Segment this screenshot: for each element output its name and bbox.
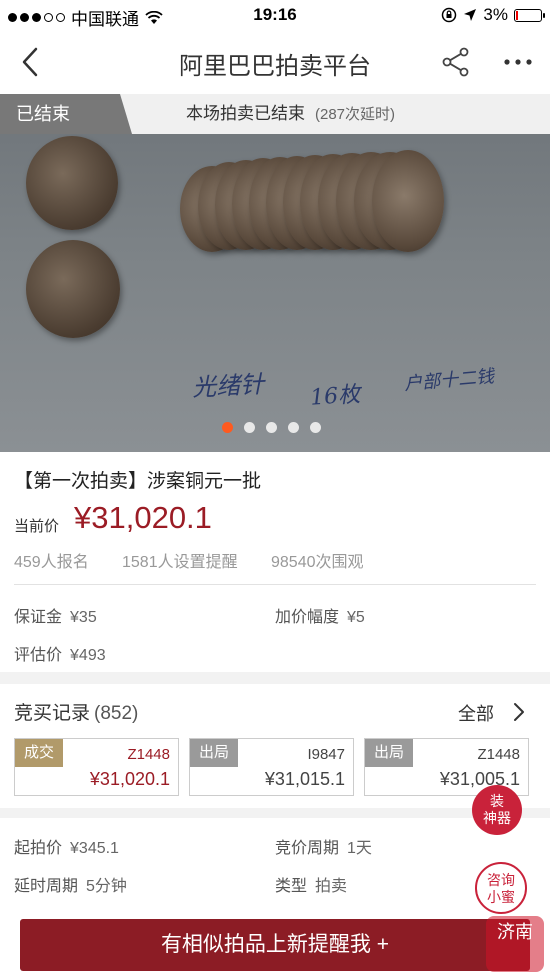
bid-cycle-label: 竞价周期 bbox=[275, 840, 340, 857]
delay-cycle-label: 延时周期 bbox=[14, 878, 79, 895]
type-label: 类型 bbox=[275, 878, 308, 895]
lot-photo-carousel[interactable]: 光绪针 16枚 户部十二钱 已结束 本场拍卖已结束 (287次延时) bbox=[0, 94, 550, 452]
ended-message: 本场拍卖已结束 (287次延时) bbox=[120, 94, 550, 134]
increment-label: 加价幅度 bbox=[275, 609, 340, 626]
handwritten-note-2: 16枚 bbox=[309, 382, 361, 411]
current-price: ¥31,020.1 bbox=[74, 500, 212, 535]
deposit-row: 保证金 ¥35 bbox=[14, 603, 97, 627]
pager-dot[interactable] bbox=[310, 422, 321, 433]
battery-icon bbox=[514, 8, 545, 22]
bid-records-heading: 竞买记录 (852) bbox=[14, 698, 138, 725]
rotation-lock-icon bbox=[442, 7, 457, 23]
view-all-bids-link[interactable]: 全部 bbox=[458, 700, 494, 726]
reminder-count: 1581人设置提醒 bbox=[122, 554, 238, 571]
similar-item-reminder-button[interactable]: 有相似拍品上新提醒我 + bbox=[20, 919, 530, 971]
ended-tag: 已结束 bbox=[0, 94, 132, 134]
nav-bar: 阿里巴巴拍卖平台 bbox=[0, 30, 550, 94]
type-row: 类型 拍卖 bbox=[275, 872, 347, 896]
start-price-row: 起拍价 ¥345.1 bbox=[14, 834, 119, 858]
location-arrow-icon bbox=[464, 9, 477, 21]
appraisal-value: ¥493 bbox=[70, 647, 106, 664]
status-bar: 中国联通 19:16 3% bbox=[0, 0, 550, 30]
appraisal-row: 评估价 ¥493 bbox=[14, 641, 106, 665]
type-value: 拍卖 bbox=[315, 878, 348, 895]
start-price-value: ¥345.1 bbox=[70, 840, 119, 857]
handwritten-note-1: 光绪针 bbox=[191, 370, 265, 402]
status-right: 3% bbox=[441, 5, 545, 25]
deposit-label: 保证金 bbox=[14, 609, 63, 626]
bidder-id: Z1448 bbox=[477, 746, 520, 763]
pager-dot[interactable] bbox=[222, 422, 233, 433]
current-price-label: 当前价 bbox=[14, 518, 60, 535]
deposit-value: ¥35 bbox=[70, 609, 97, 626]
bidder-id: I9847 bbox=[307, 746, 345, 763]
lot-title: 【第一次拍卖】涉案铜元一批 bbox=[14, 471, 262, 492]
lot-info-card: 【第一次拍卖】涉案铜元一批 当前价 ¥31,020.1 459人报名 1581人… bbox=[0, 452, 550, 672]
decor-tool-button[interactable]: 装 神器 bbox=[472, 785, 522, 835]
coin-back-image bbox=[26, 240, 120, 338]
bid-amount: ¥31,020.1 bbox=[89, 769, 170, 789]
increment-value: ¥5 bbox=[347, 609, 365, 626]
extension-count: (287次延时) bbox=[315, 106, 396, 123]
outbid-badge: 出局 bbox=[190, 739, 238, 767]
watermark-logo: 济南 bbox=[486, 916, 544, 972]
share-icon[interactable] bbox=[440, 46, 472, 78]
increment-row: 加价幅度 ¥5 bbox=[275, 603, 365, 627]
carousel-pager[interactable] bbox=[222, 422, 321, 433]
battery-percent: 3% bbox=[483, 5, 508, 24]
handwritten-note-3: 户部十二钱 bbox=[403, 366, 495, 395]
bid-amount: ¥31,015.1 bbox=[264, 769, 345, 789]
bid-record[interactable]: 成交 Z1448 ¥31,020.1 bbox=[14, 738, 179, 796]
bid-records-title: 竞买记录 bbox=[14, 703, 91, 724]
auction-ended-banner: 已结束 本场拍卖已结束 (287次延时) bbox=[0, 94, 550, 134]
divider bbox=[14, 584, 536, 585]
coin-front-image bbox=[26, 136, 118, 230]
delay-cycle-row: 延时周期 5分钟 bbox=[14, 872, 127, 896]
bidder-id: Z1448 bbox=[127, 746, 170, 763]
pager-dot[interactable] bbox=[288, 422, 299, 433]
pager-dot[interactable] bbox=[244, 422, 255, 433]
chevron-right-icon[interactable] bbox=[512, 702, 526, 722]
appraisal-label: 评估价 bbox=[14, 647, 63, 664]
bid-record[interactable]: 出局 I9847 ¥31,015.1 bbox=[189, 738, 354, 796]
consult-assistant-button[interactable]: 咨询 小蜜 bbox=[475, 862, 527, 914]
lot-stats: 459人报名 1581人设置提醒 98540次围观 bbox=[14, 548, 364, 572]
bid-records-count: (852) bbox=[94, 703, 139, 724]
delay-cycle-value: 5分钟 bbox=[86, 878, 127, 895]
signup-count: 459人报名 bbox=[14, 554, 89, 571]
start-price-label: 起拍价 bbox=[14, 840, 63, 857]
bid-cycle-value: 1天 bbox=[347, 840, 372, 857]
ended-text: 本场拍卖已结束 bbox=[186, 104, 305, 123]
bid-cycle-row: 竞价周期 1天 bbox=[275, 834, 372, 858]
outbid-badge: 出局 bbox=[365, 739, 413, 767]
pager-dot[interactable] bbox=[266, 422, 277, 433]
bid-records-card: 竞买记录 (852) 全部 成交 Z1448 ¥31,020.1 出局 I9847… bbox=[0, 684, 550, 808]
view-count: 98540次围观 bbox=[271, 554, 364, 571]
more-icon[interactable] bbox=[500, 46, 536, 78]
deal-badge: 成交 bbox=[15, 739, 63, 767]
